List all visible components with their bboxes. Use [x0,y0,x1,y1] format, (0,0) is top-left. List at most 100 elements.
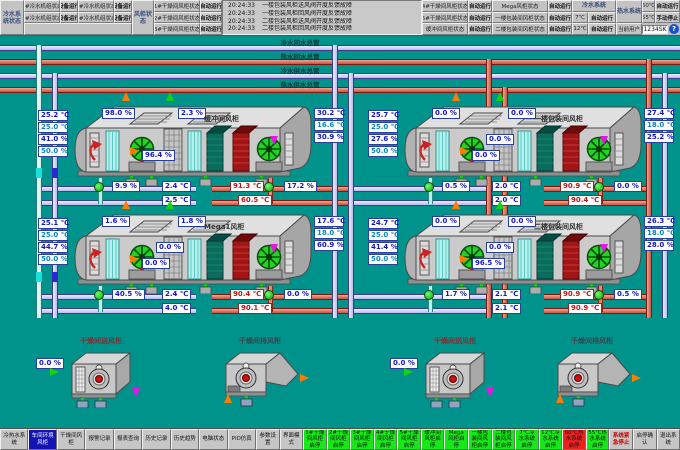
chilled-valve-opening: 1.7 % [442,289,470,300]
damper-position: 0.0 % [432,216,460,227]
valve-indicator [594,290,604,300]
control-dryer5-start-stop[interactable]: 5#干燥间风柜启停 [397,429,421,450]
chiller-1-status: 设备运行 [60,0,78,12]
control-dryer1-start-stop[interactable]: 1#干燥间风柜启停 [303,429,327,450]
ahu-title: 二楼包装间风柜 [534,222,583,232]
dryer-3-ahu-label: 3#干燥间风柜状态 [154,23,200,35]
humidity-setpoint: 50.0 % [38,146,68,157]
ahu-right-readings: 26.3 ℃ 18.0 ℃ 28.0 % [644,216,674,252]
hot-temp-1: 60℃ [642,0,655,12]
nav-history-log[interactable]: 历史记录 [142,429,170,450]
nav-alarm-log[interactable]: 报警记录 [85,429,113,450]
alarm-row: 20:24:33 一楼包装风柜送风阀开度反馈故障 [223,2,421,10]
exit-system-button[interactable]: 退出系统 [657,429,680,450]
alarm-text: 一楼包装风柜送风阀开度反馈故障 [262,2,352,10]
user-id-box[interactable]: 1234SK [642,25,668,34]
hot-status-1: 自动运行 [655,0,680,12]
exhaust-fan-unit-label: 干燥间排风柜 [200,336,320,346]
nav-pid-simulation[interactable]: PID仿真 [228,429,256,450]
exhaust-air-arrow-icon [452,92,460,101]
hot-water-temp: 90.9 ℃ [568,303,602,314]
damper-position: 0.0 % [508,108,536,119]
chiller-2-label: 2#冷水机组状态 [24,12,60,24]
control-mega-ahu-start-stop[interactable]: Mega风柜启停 [444,429,468,450]
mixing-damper-position: 0.0 % [472,150,500,161]
damper-position: 0.0 % [432,108,460,119]
chiller-grid-spacer [24,23,132,35]
fresh-air-arrow-icon [166,200,174,209]
control-dryer2-start-stop[interactable]: 2#干燥间风柜启停 [327,429,351,450]
settings-screen-mode-button[interactable]: 界面模式 [280,429,304,450]
airflow-arrow-icon [130,255,139,263]
ahu-left-readings: 25.2 ℃ 25.0 ℃ 41.0 % 50.0 % [38,110,68,158]
cold-system-header: 冷水系统 [572,0,616,12]
dryer-2-ahu-status: 自动运行 [200,12,222,24]
control-packing-2f-start-stop[interactable]: 二楼包装间风柜启停 [492,429,516,450]
ahu-left-readings: 25.1 ℃ 25.0 ℃ 44.7 % 50.0 % [38,218,68,266]
airflow-arrow-icon [460,255,469,263]
control-hot-55c-start-stop[interactable]: 55℃热水系统启停 [586,429,610,450]
return-air-humidity: 44.7 % [38,242,68,253]
chiller-2-status: 设备运行 [60,12,78,24]
hot-temp-2: 55℃ [642,12,655,24]
supply-fan-unit [420,348,490,408]
chilled-water-temp: 2.1 ℃ [492,303,521,314]
supply-fan-unit [66,348,136,408]
supply-fan-unit-label: 干燥间送风柜 [400,336,510,346]
settings-parameters-button[interactable]: 参数设置 [256,429,280,450]
ahu-title: 缓冲间风柜 [204,114,239,124]
hot-system-header: 热水系统 [616,0,642,23]
control-buffer-ahu-start-stop[interactable]: 缓冲间风柜启停 [421,429,445,450]
nav-dryer-ahu[interactable]: 干燥间风柜 [57,429,85,450]
start-stop-confirm-button[interactable]: 启停确认 [633,429,657,450]
control-cold-7c-start-stop[interactable]: 7℃冷水系统启停 [515,429,539,450]
control-hot-60c-start-stop[interactable]: 60℃热水系统启停 [562,429,586,450]
chiller-3-label: 3#冷水机组状态 [78,0,114,12]
packing-2f-ahu-label: 二楼包装间风柜状态 [492,23,548,35]
chilled-water-temp: 2.0 ℃ [492,181,521,192]
nav-report-query[interactable]: 报表查询 [114,429,142,450]
fresh-air-arrow-icon [166,92,174,101]
chiller-status-header: 冷水系统状态 [0,0,24,35]
exhaust-air-arrow-icon [122,200,130,209]
supply-air-arrow-icon [270,244,278,253]
hot-system-values: 60℃ 自动运行 55℃ 手动停止 1234SK ? [642,0,680,35]
control-dryer4-start-stop[interactable]: 4#干燥间风柜启停 [374,429,398,450]
ahu-right-readings: 27.4 ℃ 18.0 ℃ 25.2 % [644,108,674,144]
ahu-title: Mega1风柜 [204,222,244,232]
outlet-air-arrow-icon [632,374,641,382]
return-air-temp: 24.7 ℃ [368,218,398,229]
chilled-valve-opening: 40.5 % [112,289,145,300]
nav-computer-status[interactable]: 电脑状态 [199,429,227,450]
alarm-time: 20:24:33 [228,18,255,26]
control-cold-12c-start-stop[interactable]: 12℃冷水系统启停 [539,429,563,450]
dryer-3-ahu-status: 自动运行 [200,23,222,35]
damper-position: 1.6 % [102,216,130,227]
hot-valve-opening: 0.0 % [614,181,642,192]
chiller-1-label: 1#冷水机组状态 [24,0,60,12]
control-dryer3-start-stop[interactable]: 3#干燥间风柜启停 [350,429,374,450]
emergency-stop-button[interactable]: 系统紧急停止 [609,429,633,450]
help-button[interactable]: ? [669,24,679,34]
nav-workshop-ahu[interactable]: 车间环境风柜 [28,429,56,450]
chiller-3-status: 设备运行 [114,0,132,12]
cold-temp-2: 12℃ [572,23,588,35]
control-packing-1f-start-stop[interactable]: 一楼包装间风柜启停 [468,429,492,450]
hot-system-block: 热水系统 当前用户 [616,0,642,35]
fresh-air-arrow-icon [496,200,504,209]
humidity-setpoint: 50.0 % [368,254,398,265]
mixing-damper-position: 0.0 % [486,134,514,145]
exhaust-fan-graphic [220,348,300,408]
supply-air-temp: 26.3 ℃ [644,216,674,227]
mixing-damper-position: 96.5 % [472,258,505,269]
nav-cooling-hot-water-system[interactable]: 冷热水系统 [0,429,28,450]
damper-position: 2.3 % [178,108,206,119]
alarm-text: 二楼包装风柜送风阀开度反馈故障 [262,18,352,26]
temp-setpoint: 25.0 ℃ [368,122,398,133]
valve-indicator [424,290,434,300]
nav-history-trend[interactable]: 历史趋势 [171,429,199,450]
cold-status-1: 自动运行 [588,12,616,24]
return-air-humidity: 27.6 % [368,134,398,145]
packing-1f-ahu-label: 一楼包装间风柜状态 [492,12,548,24]
chiller-status-grid: 1#冷水机组状态 设备运行 3#冷水机组状态 设备运行 2#冷水机组状态 设备运… [24,0,132,35]
